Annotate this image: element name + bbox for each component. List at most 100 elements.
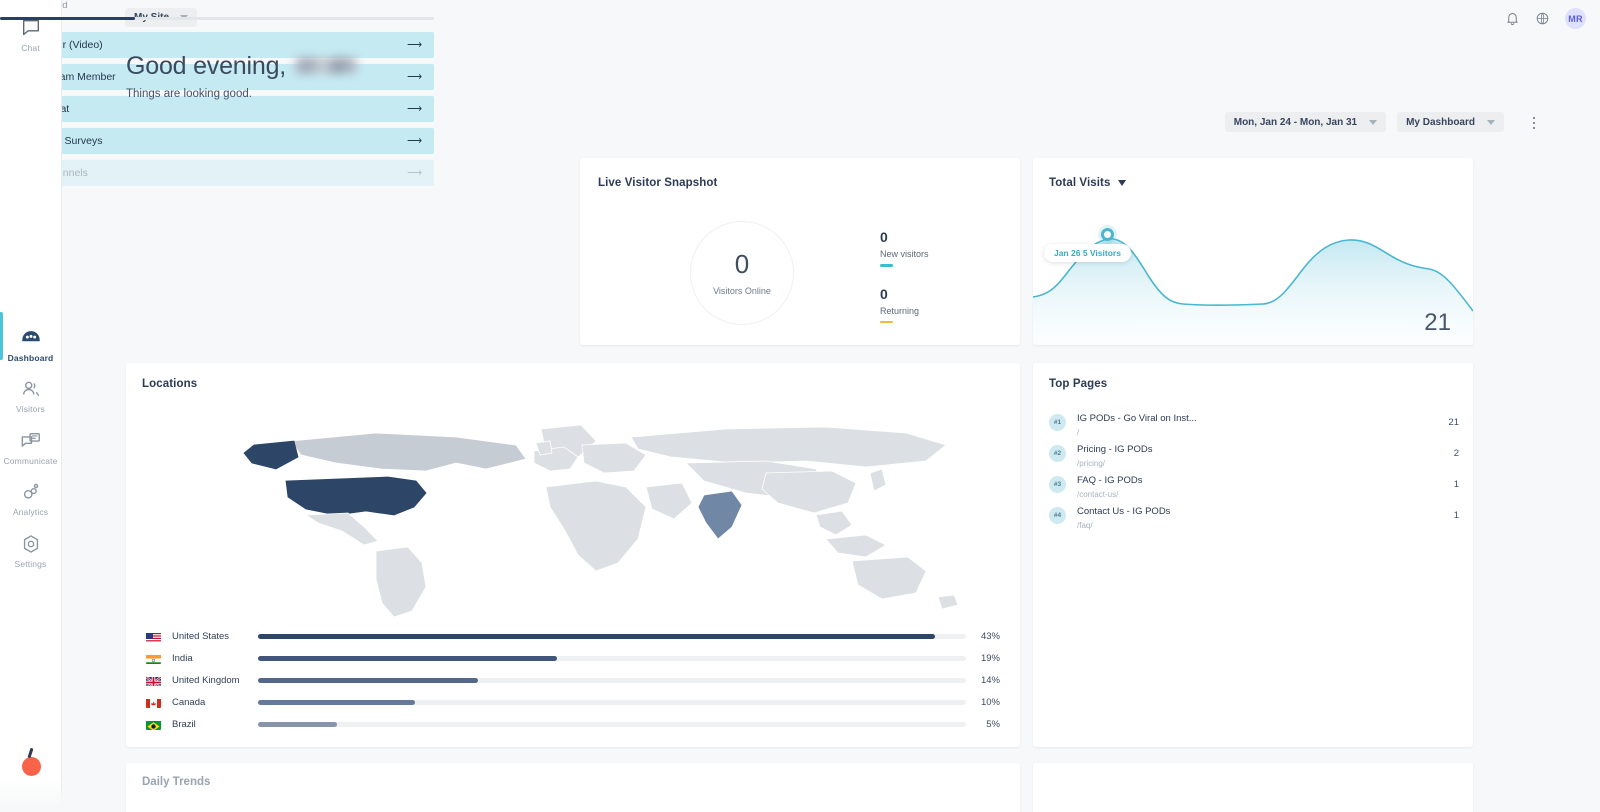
greeting-salutation: Good evening, — [126, 52, 287, 80]
top-page-text: Pricing - IG PODs /pricing/ — [1077, 439, 1433, 468]
bell-icon[interactable] — [1505, 11, 1520, 26]
onboarding-progress-track — [0, 17, 434, 20]
location-country-name: Brazil — [172, 718, 196, 730]
snapshot-metrics: 0 New visitors 0 Returning — [880, 230, 929, 343]
chevron-down-icon — [1117, 180, 1126, 186]
page-title: Good evening, — [126, 52, 358, 81]
top-pages-card: Top Pages #1 IG PODs - Go Viral on Inst.… — [1033, 363, 1473, 747]
top-bar-actions: MR — [1505, 8, 1586, 29]
chevron-down-icon — [1487, 119, 1495, 125]
dashboard-selector-label: My Dashboard — [1406, 116, 1475, 128]
top-page-url: /pricing/ — [1077, 459, 1106, 468]
arrow-right-icon: ⟶ — [406, 102, 422, 115]
top-page-title: Contact Us - IG PODs — [1077, 506, 1171, 517]
daily-trends-card: Daily Trends — [126, 763, 1020, 812]
analytics-icon — [23, 483, 38, 499]
sidebar-label-settings: Settings — [14, 558, 47, 569]
world-map[interactable] — [126, 411, 1020, 621]
top-page-count: 2 — [1453, 448, 1459, 459]
rail-top-group: Chat — [0, 8, 62, 60]
snapshot-metric: 0 Returning — [880, 287, 929, 323]
dashboard-selector[interactable]: My Dashboard — [1397, 112, 1504, 132]
daily-trends-side-card — [1033, 763, 1473, 812]
location-percent: 19% — [980, 652, 1000, 664]
sidebar-item-dashboard[interactable]: Dashboard — [0, 311, 62, 370]
sidebar-item-chat[interactable]: Chat — [0, 8, 62, 60]
total-visits-hover-point — [1101, 228, 1114, 241]
avatar[interactable]: MR — [1565, 8, 1586, 29]
top-page-url: /contact-us/ — [1077, 490, 1119, 499]
communicate-icon — [21, 432, 40, 447]
top-page-rank-badge: #1 — [1049, 414, 1066, 431]
location-bar-fill — [258, 677, 479, 683]
location-row: United Kingdom 14% — [146, 669, 1000, 691]
sidebar-item-settings[interactable]: Settings — [0, 524, 62, 576]
sidebar-item-visitors[interactable]: Visitors — [0, 369, 62, 421]
sidebar-label-chat: Chat — [21, 43, 40, 53]
top-page-row[interactable]: #4 Contact Us - IG PODs /faq/ 1 — [1049, 500, 1459, 531]
location-country-name: India — [172, 652, 193, 664]
total-visits-card: Total Visits Jan 26 5 Visitors 21 — [1033, 158, 1473, 345]
top-page-rank-badge: #3 — [1049, 476, 1066, 493]
top-page-rank-badge: #4 — [1049, 507, 1066, 524]
total-visits-tooltip: Jan 26 5 Visitors — [1044, 244, 1131, 262]
flag-icon-ca — [146, 697, 161, 708]
location-percent: 10% — [980, 696, 1000, 708]
top-pages-list: #1 IG PODs - Go Viral on Inst... / 21 #2… — [1049, 407, 1459, 531]
daily-trends-title: Daily Trends — [142, 776, 211, 788]
greeting-subtitle: Things are looking good. — [126, 88, 252, 100]
top-page-count: 21 — [1448, 417, 1459, 428]
chat-launcher[interactable] — [0, 757, 62, 776]
visitors-online-donut: 0 Visitors Online — [690, 221, 794, 325]
top-page-row[interactable]: #2 Pricing - IG PODs /pricing/ 2 — [1049, 438, 1459, 469]
location-bar-track — [258, 699, 966, 705]
snapshot-metric-label: Returning — [880, 305, 920, 316]
date-range-selector[interactable]: Mon, Jan 24 - Mon, Jan 31 — [1224, 112, 1387, 132]
snapshot-metric-color-bar — [880, 264, 893, 267]
top-page-text: Contact Us - IG PODs /faq/ — [1077, 501, 1433, 530]
top-page-row[interactable]: #1 IG PODs - Go Viral on Inst... / 21 — [1049, 407, 1459, 438]
top-page-text: IG PODs - Go Viral on Inst... / — [1077, 408, 1433, 437]
chevron-down-icon — [1369, 119, 1378, 125]
total-visits-area-chart — [1033, 238, 1473, 345]
dashboard-controls: Mon, Jan 24 - Mon, Jan 31 My Dashboard — [1224, 112, 1504, 132]
location-row: Canada 10% — [146, 691, 1000, 713]
globe-icon[interactable] — [1535, 11, 1550, 26]
total-visits-title: Total Visits — [1049, 177, 1111, 189]
sidebar-item-analytics[interactable]: Analytics — [0, 472, 62, 524]
location-country-name: United States — [172, 630, 230, 642]
world-map-svg — [243, 424, 959, 618]
dashboard-icon — [21, 330, 40, 341]
top-pages-title: Top Pages — [1049, 378, 1108, 390]
kebab-menu-icon[interactable] — [1523, 112, 1545, 134]
date-range-label: Mon, Jan 24 - Mon, Jan 31 — [1233, 116, 1358, 128]
snapshot-title: Live Visitor Snapshot — [598, 177, 718, 189]
left-nav-rail: Chat Dashboard Visitors Communicate Anal… — [0, 0, 62, 812]
top-page-url: / — [1077, 428, 1080, 437]
onboarding-progress-fill — [0, 17, 135, 20]
top-page-title: FAQ - IG PODs — [1077, 475, 1143, 486]
location-row: Brazil 5% — [146, 713, 1000, 735]
arrow-right-icon: ⟶ — [406, 38, 422, 51]
top-page-url: /faq/ — [1077, 521, 1093, 530]
top-page-title: Pricing - IG PODs — [1077, 444, 1153, 455]
chat-launcher-icon[interactable] — [21, 757, 41, 776]
flag-icon-us — [146, 631, 161, 642]
sidebar-item-communicate[interactable]: Communicate — [0, 421, 62, 473]
location-bar-fill — [258, 699, 416, 705]
locations-card: Locations United States 43% India 19% Un… — [126, 363, 1020, 747]
onboarding-item[interactable]: Check Out Surveys ⟶ — [0, 128, 434, 154]
onboarding-item[interactable]: Explore Funnels ⟶ — [0, 160, 434, 186]
location-bar-fill — [258, 633, 935, 639]
top-page-row[interactable]: #3 FAQ - IG PODs /contact-us/ 1 — [1049, 469, 1459, 500]
greeting-user-name-redacted — [295, 57, 358, 74]
top-page-rank-badge: #2 — [1049, 445, 1066, 462]
location-country-name: Canada — [172, 696, 206, 708]
location-bar-track — [258, 677, 966, 683]
visitors-online-value: 0 — [734, 248, 750, 279]
location-row: United States 43% — [146, 625, 1000, 647]
top-page-count: 1 — [1453, 479, 1459, 490]
total-visits-header[interactable]: Total Visits — [1049, 177, 1126, 189]
location-bar-track — [258, 633, 966, 639]
settings-icon — [23, 534, 38, 553]
